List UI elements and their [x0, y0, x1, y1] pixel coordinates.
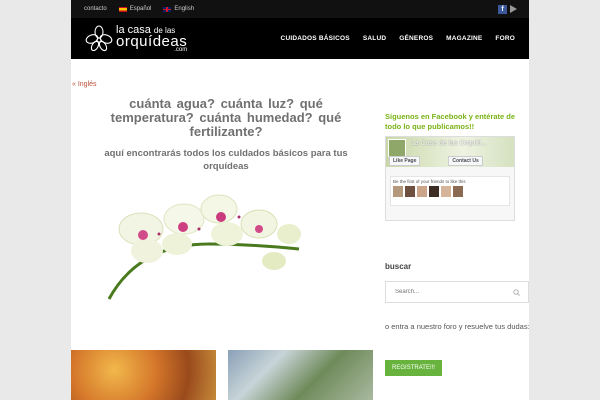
- language-es-link[interactable]: Español: [118, 6, 152, 12]
- facebook-page-avatar: [388, 139, 406, 157]
- facebook-widget-title: Síguenos en Facebook y entérate de todo …: [385, 112, 516, 131]
- language-en-link[interactable]: English: [163, 6, 194, 12]
- nav-item-magazine[interactable]: MAGAZINE: [446, 35, 482, 42]
- facebook-friends-box: Be the first of your friends to like thi…: [390, 176, 510, 206]
- page-subheading: aquí encontrarás todos los culdados bási…: [104, 148, 348, 172]
- avatar[interactable]: [393, 186, 403, 197]
- main-nav: CUIDADOS BÁSICOS SALUD GÉNEROS MAGAZINE …: [268, 35, 515, 42]
- page-background-left: [0, 0, 71, 400]
- orchid-image: [107, 194, 301, 300]
- avatar[interactable]: [429, 186, 439, 197]
- nav-item-cuidados[interactable]: CUIDADOS BÁSICOS: [281, 35, 350, 42]
- page-background-right: [529, 0, 600, 400]
- logo-text: la casa de las orquídeas .com: [116, 24, 188, 53]
- register-button[interactable]: REGISTRATE!!!: [385, 360, 442, 376]
- language-en-label: English: [174, 6, 195, 12]
- top-bar: contacto Español English f: [71, 0, 529, 18]
- facebook-friends-text: Be the first of your friends to like thi…: [393, 179, 466, 184]
- orchid-logo-icon: [85, 24, 113, 51]
- language-english-link[interactable]: « Inglés: [72, 81, 97, 88]
- article-thumbnail[interactable]: [228, 350, 373, 400]
- logo-text-part: orquídeas: [116, 32, 188, 50]
- facebook-page-name[interactable]: La Casa de las Orquíd...: [411, 140, 487, 147]
- social-icons: f: [498, 4, 517, 14]
- spain-flag-icon: [118, 6, 127, 12]
- nav-item-salud[interactable]: SALUD: [363, 35, 386, 42]
- avatar[interactable]: [417, 186, 427, 197]
- avatar[interactable]: [453, 186, 463, 197]
- search-input[interactable]: [395, 289, 495, 295]
- contact-link[interactable]: contacto: [84, 6, 107, 12]
- avatar[interactable]: [441, 186, 451, 197]
- forum-invite-text: o entra a nuestro foro y resuelve tus du…: [385, 322, 530, 331]
- facebook-contact-button[interactable]: Contact Us: [448, 156, 483, 166]
- search-box: [385, 281, 529, 303]
- facebook-like-button[interactable]: Like Page: [389, 156, 421, 166]
- nav-item-generos[interactable]: GÉNEROS: [399, 35, 433, 42]
- search-icon[interactable]: [513, 288, 520, 296]
- page-heading: cuánta agua? cuánta luz? qué temperatura…: [110, 96, 342, 139]
- language-es-label: Español: [129, 6, 152, 12]
- site-logo[interactable]: la casa de las orquídeas .com: [85, 24, 188, 53]
- search-widget-title: buscar: [385, 262, 412, 271]
- facebook-friend-faces: [393, 186, 507, 197]
- avatar[interactable]: [405, 186, 415, 197]
- facebook-icon[interactable]: f: [498, 4, 507, 14]
- article-thumbnail[interactable]: [71, 350, 216, 400]
- uk-flag-icon: [163, 6, 172, 12]
- main-content: « Inglés cuánta agua? cuánta luz? qué te…: [71, 59, 530, 400]
- facebook-page-widget[interactable]: La Casa de las Orquíd... Like Page Conta…: [385, 136, 515, 221]
- nav-item-foro[interactable]: FORO: [495, 35, 515, 42]
- play-icon[interactable]: [510, 5, 517, 13]
- contact-link-label: contacto: [84, 6, 107, 12]
- site-header: la casa de las orquídeas .com CUIDADOS B…: [71, 18, 529, 59]
